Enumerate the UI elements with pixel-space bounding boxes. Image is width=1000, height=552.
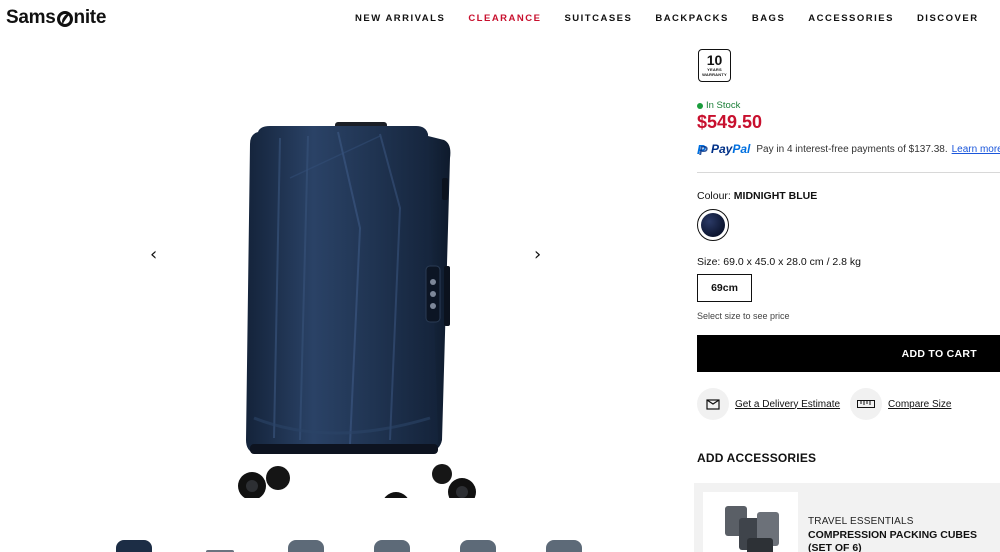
logo-mark-icon — [56, 11, 73, 27]
thumbnail[interactable] — [282, 536, 330, 552]
warranty-badge: 10 YEARS WARRANTY — [698, 49, 731, 82]
accessory-card[interactable]: TRAVEL ESSENTIALS COMPRESSION PACKING CU… — [694, 483, 1000, 552]
warranty-label-2: WARRANTY — [702, 71, 727, 77]
stock-status: In Stock — [697, 100, 740, 111]
nav-new-arrivals[interactable]: NEW ARRIVALS — [355, 13, 445, 24]
paypal-installments: PP PayPal Pay in 4 interest-free payment… — [697, 141, 1000, 158]
add-to-cart-button[interactable]: ADD TO CART — [697, 335, 1000, 372]
nav-clearance[interactable]: CLEARANCE — [468, 13, 541, 24]
learn-more-link[interactable]: Learn more — [952, 144, 1000, 155]
stock-status-text: In Stock — [706, 100, 741, 111]
compare-size-link[interactable]: Compare Size — [888, 399, 951, 410]
delivery-truck-icon — [697, 388, 729, 420]
ruler-icon — [850, 388, 883, 420]
thumbnail[interactable] — [196, 536, 244, 552]
logo-text-start: Sams — [6, 7, 56, 28]
product-image — [230, 118, 490, 520]
nav-backpacks[interactable]: BACKPACKS — [655, 13, 729, 24]
logo-text-end: nite — [73, 7, 107, 28]
colour-swatch-midnight-blue[interactable] — [697, 209, 729, 241]
thumbnail[interactable] — [110, 536, 158, 552]
size-option-69cm[interactable]: 69cm — [697, 274, 752, 302]
accessory-name: COMPRESSION PACKING CUBES (SET OF 6) — [808, 529, 977, 552]
paypal-wordmark: PayPal — [711, 142, 751, 156]
nav-discover[interactable]: DISCOVER — [917, 13, 979, 24]
paypal-icon: PP — [697, 141, 708, 158]
thumbnail[interactable] — [540, 536, 588, 552]
colour-label: Colour: MIDNIGHT BLUE — [697, 190, 818, 202]
size-hint: Select size to see price — [697, 311, 790, 321]
colour-value: MIDNIGHT BLUE — [733, 190, 818, 202]
in-stock-dot-icon — [697, 102, 703, 109]
nav-bags[interactable]: BAGS — [752, 13, 785, 24]
thumbnail[interactable] — [368, 536, 416, 552]
divider — [697, 172, 1000, 173]
accessory-image — [703, 492, 798, 552]
thumbnail-strip — [110, 536, 588, 552]
product-price: $549.50 — [697, 112, 763, 132]
main-nav: NEW ARRIVALS CLEARANCE SUITCASES BACKPAC… — [355, 13, 1000, 24]
delivery-estimate-link[interactable]: Get a Delivery Estimate — [735, 399, 840, 410]
size-label: Size: 69.0 x 45.0 x 28.0 cm / 2.8 kg — [697, 256, 862, 268]
thumbnail[interactable] — [454, 536, 502, 552]
suitcase-illustration — [238, 122, 476, 520]
site-header: Sams nite NEW ARRIVALS CLEARANCE SUITCASE… — [0, 0, 1000, 38]
nav-accessories[interactable]: ACCESSORIES — [808, 13, 894, 24]
paypal-message: Pay in 4 interest-free payments of $137.… — [756, 143, 948, 155]
utility-links: Get a Delivery Estimate Compare Size — [697, 388, 951, 420]
accessory-category: TRAVEL ESSENTIALS — [808, 516, 914, 527]
next-image-arrow-icon[interactable]: › — [534, 244, 541, 265]
product-gallery: ‹ › — [0, 38, 690, 552]
warranty-years: 10 — [706, 52, 723, 68]
previous-image-arrow-icon[interactable]: ‹ — [150, 244, 157, 265]
accessories-heading: ADD ACCESSORIES — [697, 451, 817, 465]
product-details-panel: 10 YEARS WARRANTY In Stock $549.50 PP Pa… — [694, 38, 1000, 552]
nav-suitcases[interactable]: SUITCASES — [564, 13, 632, 24]
samsonite-logo[interactable]: Sams nite — [6, 7, 106, 29]
